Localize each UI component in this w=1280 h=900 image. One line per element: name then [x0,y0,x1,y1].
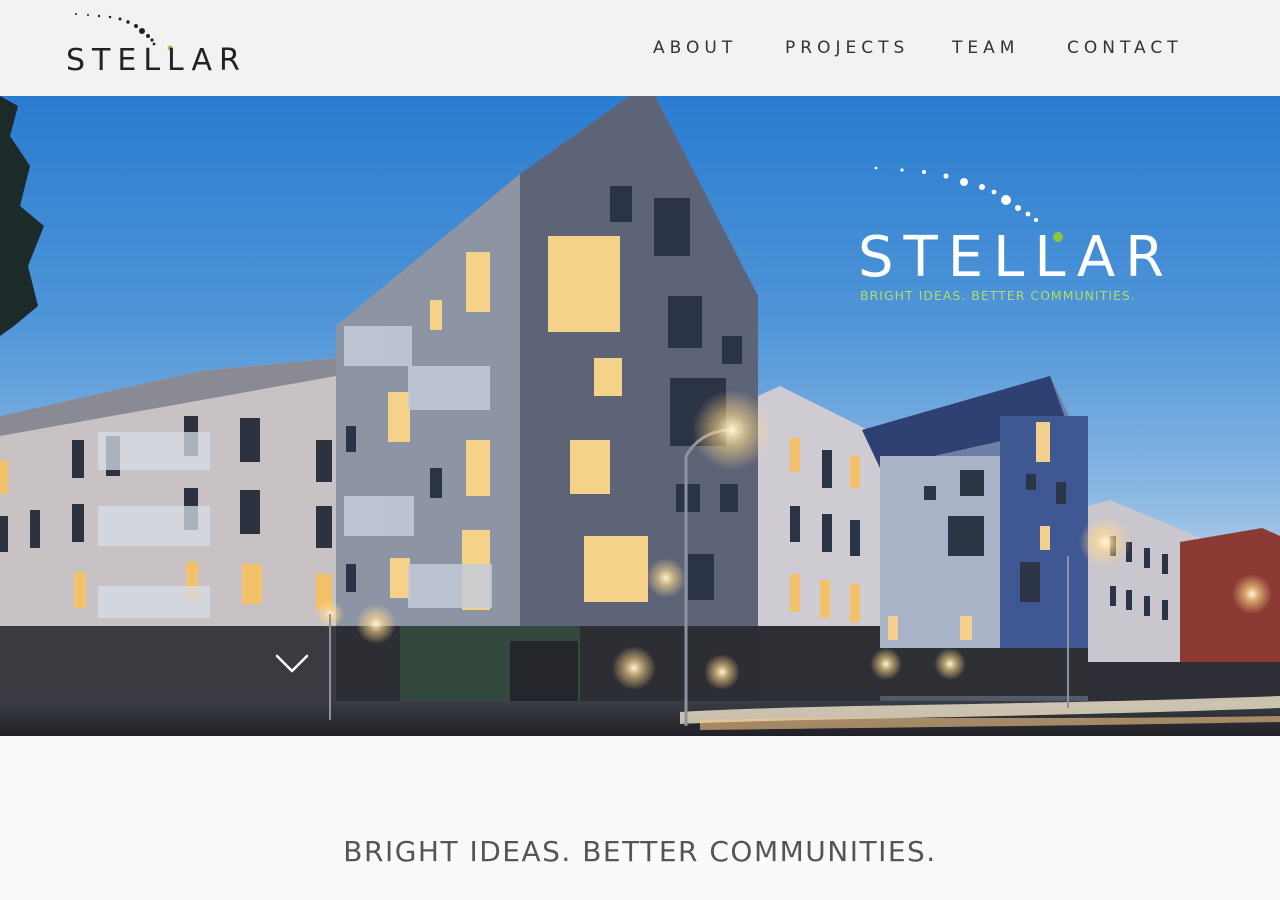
hero-brand-wordmark: STELLAR [858,225,1175,290]
chevron-down-icon [275,654,309,673]
nav-projects[interactable]: PROJECTS [785,36,909,60]
hero-brand-overlay: STELLAR BRIGHT IDEAS. BETTER COMMUNITIES… [858,166,1164,306]
page-tagline: BRIGHT IDEAS. BETTER COMMUNITIES. [343,835,937,868]
logo-wordmark: STELLAR [66,43,247,78]
nav-contact[interactable]: CONTACT [1067,36,1183,60]
site-logo[interactable]: STELLAR [66,10,240,76]
nav-team[interactable]: TEAM [952,36,1019,60]
scroll-down-button[interactable] [274,652,310,676]
nav-about[interactable]: ABOUT [653,36,737,60]
hero-brand-tagline: BRIGHT IDEAS. BETTER COMMUNITIES. [860,288,1136,303]
hero-section: STELLAR BRIGHT IDEAS. BETTER COMMUNITIES… [0,96,1280,736]
site-header: STELLAR ABOUT PROJECTS TEAM CONTACT [0,0,1280,96]
